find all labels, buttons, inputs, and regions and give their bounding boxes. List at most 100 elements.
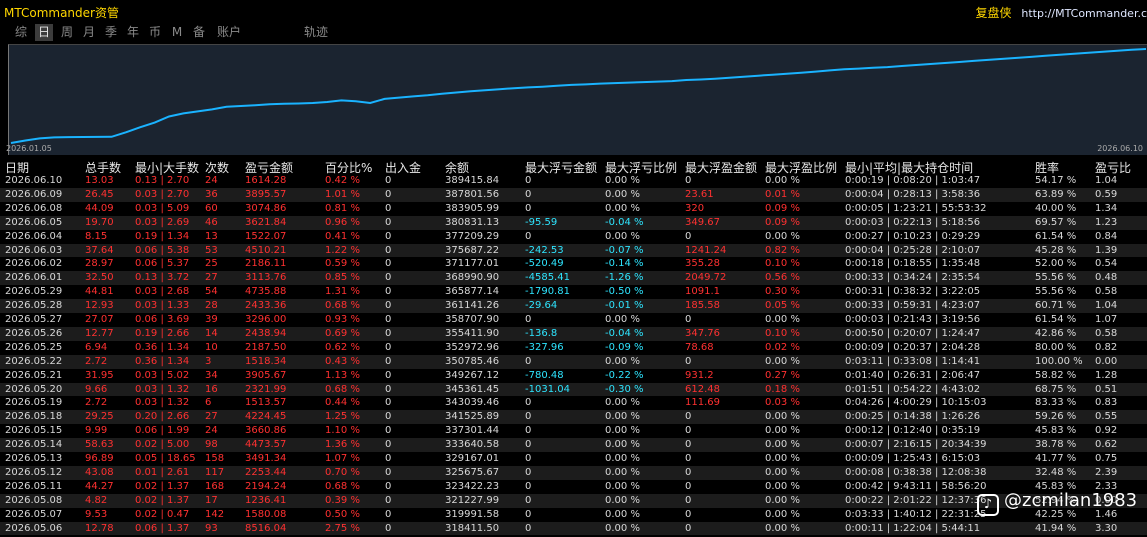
cell-max-float-loss: 0 xyxy=(525,508,532,520)
cell-percent: 0.69 % xyxy=(325,327,360,339)
cell-min-max-lots: 0.03 | 2.70 xyxy=(135,188,190,200)
cell-max-float-profit: 0 xyxy=(685,453,692,464)
cell-hold-time: 0:00:04 | 0:28:13 | 3:58:36 xyxy=(845,188,981,200)
cell-balance: 323422.23 xyxy=(445,480,500,492)
cell-hold-time: 0:00:11 | 1:22:04 | 5:44:11 xyxy=(845,522,981,534)
cell-hold-time: 0:00:03 | 0:21:43 | 3:19:56 xyxy=(845,314,981,325)
cell-date: 2026.05.18 xyxy=(5,411,63,423)
cell-hold-time: 0:00:25 | 0:14:38 | 1:26:26 xyxy=(845,411,981,423)
cell-min-max-lots: 0.03 | 2.69 xyxy=(135,216,190,228)
tab-track[interactable]: 轨迹 xyxy=(301,24,331,41)
cell-date: 2026.05.29 xyxy=(5,286,63,298)
brand-url-link[interactable]: http://MTCommander.c xyxy=(1021,7,1147,20)
cell-total-lots: 44.81 xyxy=(85,286,114,298)
tab-backup[interactable]: 备 xyxy=(190,24,208,41)
table-row[interactable]: 2026.05.27 27.07 0.06 | 3.69 39 3296.00 0.93 … xyxy=(0,313,1147,327)
table-row[interactable]: 2026.06.10 13.03 0.13 | 2.70 24 1614.28 0.42 … xyxy=(0,174,1147,188)
table-row[interactable]: 2026.05.21 31.95 0.03 | 5.02 34 3905.67 1.13 … xyxy=(0,369,1147,383)
table-row[interactable]: 2026.05.14 58.63 0.02 | 5.00 98 4473.57 1.36 … xyxy=(0,438,1147,452)
cell-balance: 368990.90 xyxy=(445,272,500,284)
cell-trade-count: 14 xyxy=(205,327,218,339)
cell-min-max-lots: 0.13 | 2.70 xyxy=(135,175,190,186)
cell-max-float-profit-ratio: 0.18 % xyxy=(765,383,800,395)
cell-hold-time: 0:00:33 | 0:59:31 | 4:23:07 xyxy=(845,300,981,312)
tab-quarter[interactable]: 季 xyxy=(102,24,120,41)
table-row[interactable]: 2026.05.06 12.78 0.06 | 1.37 93 8516.04 2.75 … xyxy=(0,521,1147,536)
cell-hold-time: 0:00:09 | 0:20:37 | 2:04:28 xyxy=(845,341,981,353)
cell-percent: 1.01 % xyxy=(325,188,360,200)
table-row[interactable]: 2026.06.03 37.64 0.06 | 5.38 53 4510.21 1.22 … xyxy=(0,243,1147,258)
cell-total-lots: 32.50 xyxy=(85,272,114,284)
table-row[interactable]: 2026.06.05 19.70 0.03 | 2.69 46 3621.84 0.96 … xyxy=(0,215,1147,230)
table-header: 日期 总手数 最小|大手数 次数 盈亏金额 百分比% 出入金 余额 最大浮亏金额 最大浮亏比例 最大… xyxy=(0,158,1147,175)
tab-week[interactable]: 周 xyxy=(58,24,76,41)
cell-win-rate: 40.00 % xyxy=(1035,202,1077,214)
cell-win-rate: 69.57 % xyxy=(1035,216,1077,228)
table-row[interactable]: 2026.05.18 29.25 0.20 | 2.66 27 4224.45 1.25 … xyxy=(0,410,1147,425)
cell-profit-amount: 2321.99 xyxy=(245,383,287,395)
cell-profit-amount: 2433.36 xyxy=(245,300,287,312)
table-row[interactable]: 2026.05.07 9.53 0.02 | 0.47 142 1580.08 0.50 … xyxy=(0,508,1147,522)
tab-overview[interactable]: 综 xyxy=(12,24,30,41)
chart-end-date: 2026.06.10 xyxy=(1097,144,1143,153)
cell-date: 2026.06.09 xyxy=(5,188,63,200)
cell-max-float-loss-ratio: 0.00 % xyxy=(605,522,640,534)
tab-day[interactable]: 日 xyxy=(35,24,53,41)
cell-min-max-lots: 0.03 | 1.32 xyxy=(135,383,190,395)
cell-date: 2026.05.08 xyxy=(5,494,63,506)
table-row[interactable]: 2026.05.19 2.72 0.03 | 1.32 6 1513.57 0.44 % 0… xyxy=(0,396,1147,410)
cell-profit-amount: 1518.34 xyxy=(245,355,287,367)
cell-hold-time: 0:00:05 | 1:23:21 | 55:53:32 xyxy=(845,202,987,214)
cell-max-float-loss-ratio: 0.00 % xyxy=(605,188,640,200)
cell-percent: 0.62 % xyxy=(325,341,360,353)
cell-win-rate: 42.86 % xyxy=(1035,327,1077,339)
cell-min-max-lots: 0.02 | 1.37 xyxy=(135,494,190,506)
cell-percent: 0.41 % xyxy=(325,230,360,242)
equity-chart xyxy=(8,44,1147,155)
table-row[interactable]: 2026.06.04 8.15 0.19 | 1.34 13 1522.07 0.41 %… xyxy=(0,230,1147,244)
table-row[interactable]: 2026.05.11 44.27 0.02 | 1.37 168 2194.24 0.68… xyxy=(0,480,1147,494)
cell-profit-amount: 3113.76 xyxy=(245,272,287,284)
app-title: MTCommander资管 xyxy=(4,6,119,20)
table-row[interactable]: 2026.05.20 9.66 0.03 | 1.32 16 2321.99 0.68 %… xyxy=(0,382,1147,397)
cell-max-float-loss-ratio: 0.00 % xyxy=(605,355,640,367)
table-row[interactable]: 2026.06.08 44.09 0.03 | 5.09 60 3074.86 0.81 … xyxy=(0,202,1147,216)
cell-max-float-loss: 0 xyxy=(525,397,532,409)
table-row[interactable]: 2026.05.15 9.99 0.06 | 1.99 24 3660.86 1.10 %… xyxy=(0,424,1147,438)
table-row[interactable]: 2026.05.29 44.81 0.03 | 2.68 54 4735.88 1.31 … xyxy=(0,285,1147,299)
cell-win-rate: 55.56 % xyxy=(1035,286,1077,298)
table-row[interactable]: 2026.05.25 6.94 0.36 | 1.34 10 2187.50 0.62 %… xyxy=(0,341,1147,355)
cell-profit-loss-ratio: 0.62 xyxy=(1095,439,1118,451)
cell-total-lots: 8.15 xyxy=(85,230,108,242)
table-row[interactable]: 2026.06.02 28.97 0.06 | 5.37 25 2186.11 0.59 … xyxy=(0,257,1147,271)
cell-min-max-lots: 0.20 | 2.66 xyxy=(135,411,190,423)
tab-m[interactable]: M xyxy=(168,24,186,41)
cell-balance: 319991.58 xyxy=(445,508,500,520)
table-row[interactable]: 2026.06.01 32.50 0.13 | 3.72 27 3113.76 0.85 … xyxy=(0,271,1147,286)
cell-win-rate: 61.54 % xyxy=(1035,314,1077,325)
cell-profit-loss-ratio: 0.55 xyxy=(1095,411,1118,423)
cell-profit-amount: 1614.28 xyxy=(245,175,287,186)
cell-max-float-profit-ratio: 0.00 % xyxy=(765,314,800,325)
tab-currency[interactable]: 币 xyxy=(146,24,164,41)
watermark: ♪ @zcmilan1983 xyxy=(977,490,1137,516)
table-row[interactable]: 2026.05.26 12.77 0.19 | 2.66 14 2438.94 0.69 … xyxy=(0,326,1147,341)
table-row[interactable]: 2026.05.28 12.93 0.03 | 1.33 28 2433.36 0.68 … xyxy=(0,299,1147,313)
table-row[interactable]: 2026.06.09 26.45 0.03 | 2.70 36 3895.57 1.01 … xyxy=(0,187,1147,202)
table-row[interactable]: 2026.05.08 4.82 0.02 | 1.37 17 1236.41 0.39 %… xyxy=(0,493,1147,508)
cell-max-float-profit-ratio: 0.30 % xyxy=(765,286,800,298)
cell-max-float-profit-ratio: 0.09 % xyxy=(765,202,800,214)
table-row[interactable]: 2026.05.13 96.89 0.05 | 18.65 158 3491.34 1.0… xyxy=(0,452,1147,466)
cell-max-float-profit-ratio: 0.09 % xyxy=(765,216,800,228)
cell-win-rate: 45.28 % xyxy=(1035,244,1077,256)
cell-percent: 0.96 % xyxy=(325,216,360,228)
tab-month[interactable]: 月 xyxy=(80,24,98,41)
cell-deposit-withdraw: 0 xyxy=(385,216,392,228)
cell-max-float-loss-ratio: 0.00 % xyxy=(605,480,640,492)
table-row[interactable]: 2026.05.22 2.72 0.36 | 1.34 3 1518.34 0.43 % 0… xyxy=(0,354,1147,369)
tab-account[interactable]: 账户 xyxy=(214,24,244,41)
tab-year[interactable]: 年 xyxy=(124,24,142,41)
cell-min-max-lots: 0.36 | 1.34 xyxy=(135,341,190,353)
cell-min-max-lots: 0.02 | 1.37 xyxy=(135,480,190,492)
table-row[interactable]: 2026.05.12 43.08 0.01 | 2.61 117 2253.44 0.70… xyxy=(0,465,1147,480)
